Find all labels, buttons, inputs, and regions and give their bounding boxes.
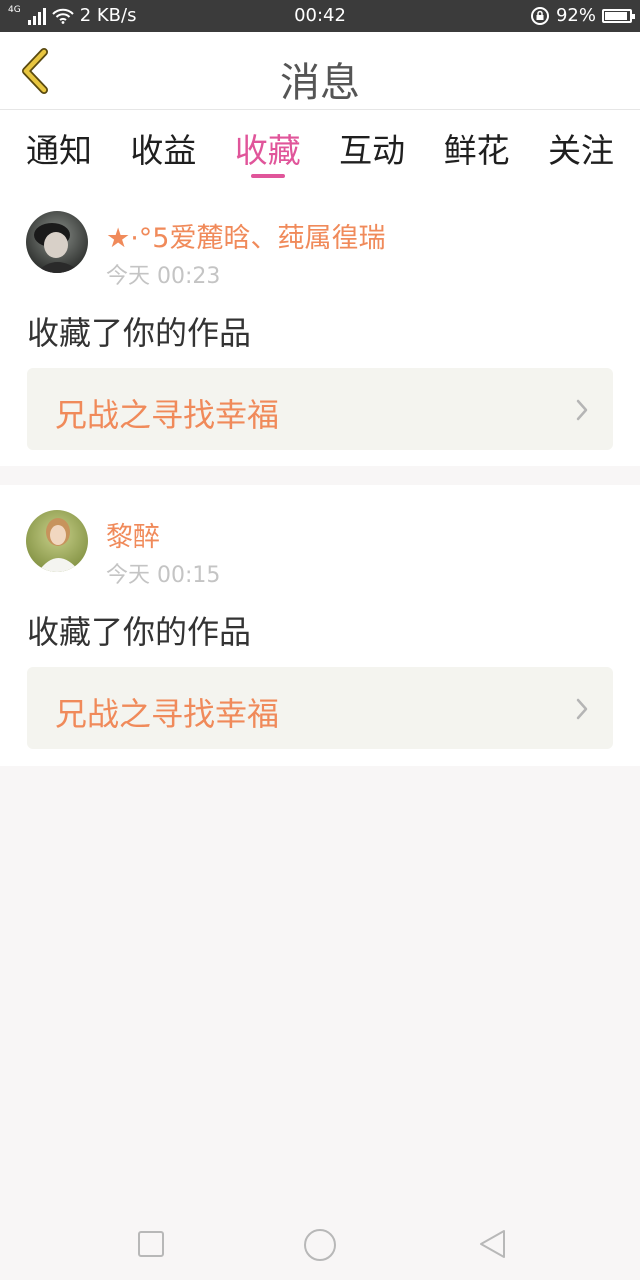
tab-favorites[interactable]: 收藏: [235, 110, 301, 186]
recents-button[interactable]: [137, 1230, 165, 1258]
user-name[interactable]: 黎醉: [106, 515, 160, 554]
work-link[interactable]: 兄战之寻找幸福: [27, 368, 613, 450]
status-bar: 4G 2 KB/s 00:42 92%: [0, 0, 640, 32]
message-item: 黎醉 今天 00:15 收藏了你的作品 兄战之寻找幸福: [0, 485, 640, 766]
chevron-right-icon: [576, 399, 588, 421]
system-nav-bar: [0, 1210, 640, 1280]
action-text: 收藏了你的作品: [27, 314, 252, 352]
tab-label: 互动: [339, 131, 406, 170]
chevron-right-icon: [576, 698, 588, 720]
tab-label: 通知: [26, 131, 92, 170]
action-text: 收藏了你的作品: [27, 613, 252, 651]
avatar[interactable]: [26, 211, 88, 273]
active-tab-indicator: [250, 174, 285, 178]
work-title: 兄战之寻找幸福: [55, 396, 280, 434]
tab-label: 收藏: [234, 131, 301, 170]
tab-following[interactable]: 关注: [548, 110, 614, 186]
tab-interactions[interactable]: 互动: [339, 110, 405, 186]
back-nav-button[interactable]: [478, 1228, 508, 1260]
app-header: 消息: [0, 32, 640, 110]
battery-percent: 92%: [555, 5, 596, 26]
avatar[interactable]: [26, 510, 88, 572]
tab-label: 关注: [547, 131, 614, 170]
user-name[interactable]: ★·°5爱麓晗、莼属徨瑞: [106, 216, 385, 255]
rotation-lock-icon: [530, 6, 549, 25]
work-title: 兄战之寻找幸福: [55, 695, 280, 733]
tab-flowers[interactable]: 鲜花: [444, 110, 510, 186]
message-time: 今天 00:15: [106, 563, 221, 588]
message-item: ★·°5爱麓晗、莼属徨瑞 今天 00:23 收藏了你的作品 兄战之寻找幸福: [0, 186, 640, 466]
tab-earnings[interactable]: 收益: [130, 110, 196, 186]
tab-bar: 通知 收益 收藏 互动 鲜花 关注: [0, 110, 640, 186]
tab-notifications[interactable]: 通知: [26, 110, 92, 186]
tab-label: 鲜花: [443, 131, 510, 170]
home-button[interactable]: [303, 1228, 337, 1262]
battery-icon: [602, 8, 635, 23]
message-time: 今天 00:23: [106, 264, 221, 289]
tab-label: 收益: [130, 131, 197, 170]
work-link[interactable]: 兄战之寻找幸福: [27, 667, 613, 749]
page-title: 消息: [280, 60, 360, 106]
